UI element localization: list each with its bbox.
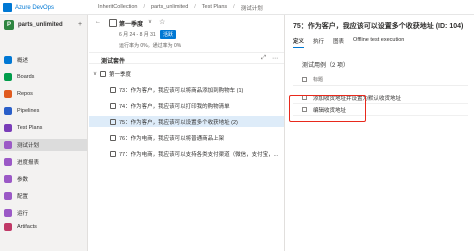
test-suite-icon [110,86,116,93]
sidebar-item-label: 概述 [17,58,29,64]
test-cases-title: 测试用例（2 项） [302,63,350,69]
sidebar-item-parameters[interactable]: 参数 [0,173,87,185]
suite-tree-item[interactable]: 76：作为电商，我应该可以将普通商品上架 [89,132,284,143]
tab-define[interactable]: 定义 [293,37,305,48]
test-suite-icon [110,150,116,157]
suite-label: 74：作为客户，我应该可以打印我的购物清单 [119,103,230,110]
sidebar-item-boards[interactable]: Boards [0,71,87,83]
sidebar-item-test-plans[interactable]: Test Plans [0,122,87,134]
column-header-title[interactable]: 标题 [313,76,323,83]
overview-icon [4,56,12,64]
top-bar: Azure DevOps InheritCollection / parts_u… [0,0,474,15]
test-suite-icon [110,118,116,125]
test-suite-icon [110,102,116,109]
suite-tree-item[interactable]: ∨ 第一季度 [89,68,284,79]
table-header: 标题 [293,74,468,86]
breadcrumb-collection[interactable]: InheritCollection [98,4,137,12]
sidebar-item-overview[interactable]: 概述 [0,54,87,66]
azure-devops-logo-icon [3,3,12,12]
add-icon[interactable]: + [78,21,82,28]
project-switcher[interactable]: P parts_unlimited [4,20,63,30]
sidebar-item-runs[interactable]: 运行 [0,207,87,219]
test-plans-icon [4,124,12,132]
project-avatar: P [4,20,14,30]
progress-report-icon [4,158,12,166]
highlight-box [289,95,366,122]
chevron-down-icon[interactable]: ∨ [93,71,99,77]
sidebar-item-label: Repos [17,91,33,97]
sidebar-item-label: 参数 [17,177,29,183]
configurations-icon [4,192,12,200]
plan-title[interactable]: 第一季度 [119,19,143,28]
brand[interactable]: Azure DevOps [3,3,54,12]
suite-tree-item[interactable]: 75：作为客户，我应该可以设置多个收获地址 (2) [89,116,284,127]
suite-label: 73：作为客户，我应该可以将商品添加到购物车 (1) [119,87,244,94]
breadcrumb-project[interactable]: parts_unlimited [151,4,188,12]
breadcrumb-separator: / [233,4,235,10]
detail-tabs: 定义 执行 图表 Offline test execution [293,37,404,48]
sidebar-item-test-plan-list[interactable]: 测试计划 [0,139,87,151]
tab-execute[interactable]: 执行 [313,37,324,48]
more-options-icon[interactable]: ⋯ [272,55,278,62]
sidebar-item-label: Boards [17,74,35,80]
project-name: parts_unlimited [18,22,63,28]
suite-detail-title: 75：作为客户，我应该可以设置多个收获地址 (ID: 104) [293,23,464,30]
sidebar: P parts_unlimited + 概述 Boards Repos Pipelin… [0,15,88,251]
suite-label: 75：作为客户，我应该可以设置多个收获地址 (2) [119,119,238,126]
test-plan-icon [109,19,117,27]
sidebar-item-progress-report[interactable]: 进度报表 [0,156,87,168]
sidebar-item-configurations[interactable]: 配置 [0,190,87,202]
parameters-icon [4,175,12,183]
back-arrow-icon[interactable]: ← [95,19,101,25]
sidebar-item-pipelines[interactable]: Pipelines [0,105,87,117]
breadcrumb-test-plans[interactable]: Test Plans [202,4,227,12]
suites-title: 测试套件 [101,59,126,65]
select-all-checkbox[interactable] [302,77,307,82]
breadcrumb-current[interactable]: 测试计划 [241,4,263,12]
expand-icon[interactable]: ⤢ [261,55,266,62]
suites-header: 测试套件 ⤢ ⋯ [89,52,284,65]
artifacts-icon [4,223,12,231]
test-suite-icon [110,134,116,141]
plan-dates: 6 月 24 - 8 月 31 [119,32,156,38]
sidebar-item-label: 测试计划 [17,143,40,149]
runs-icon [4,209,12,217]
breadcrumb-separator: / [143,4,145,10]
test-plan-list-icon [4,141,12,149]
plan-progress: 运行率为 0%。通过率为 0% [119,43,182,49]
suite-tree-item[interactable]: 77：作为电商，我应该可以支持各类支付渠道（微信，支付宝，... [89,148,284,159]
boards-icon [4,73,12,81]
suite-label: 76：作为电商，我应该可以将普通商品上架 [119,135,225,142]
breadcrumb: InheritCollection / parts_unlimited / Te… [98,4,263,12]
sidebar-item-repos[interactable]: Repos [0,88,87,100]
sidebar-item-artifacts[interactable]: Artifacts [0,221,87,233]
test-plan-panel: ← 第一季度 ∨ ☆ 6 月 24 - 8 月 31 活跃 运行率为 0%。通过… [89,15,285,251]
suite-label: 第一季度 [109,71,132,78]
tab-chart[interactable]: 图表 [333,37,344,48]
suite-tree-item[interactable]: 73：作为客户，我应该可以将商品添加到购物车 (1) [89,84,284,95]
brand-name: Azure DevOps [15,4,55,11]
test-suite-icon [100,70,106,77]
sidebar-item-label: Pipelines [17,108,40,114]
sidebar-item-label: 运行 [17,211,29,217]
suite-detail-panel: 75：作为客户，我应该可以设置多个收获地址 (ID: 104) 定义 执行 图表… [286,15,474,251]
tab-offline-execution[interactable]: Offline test execution [353,37,404,48]
suite-label: 77：作为电商，我应该可以支持各类支付渠道（微信，支付宝，... [119,151,279,158]
repos-icon [4,90,12,98]
chevron-down-icon[interactable]: ∨ [148,19,152,25]
star-icon[interactable]: ☆ [159,18,165,26]
sidebar-item-label: Artifacts [17,224,37,230]
sidebar-item-label: 配置 [17,194,29,200]
suites-toolbar: ⤢ ⋯ [261,55,278,62]
sidebar-item-label: Test Plans [17,125,43,131]
status-badge: 活跃 [160,30,177,39]
suite-tree-item[interactable]: 74：作为客户，我应该可以打印我的购物清单 [89,100,284,111]
pipelines-icon [4,107,12,115]
breadcrumb-separator: / [194,4,196,10]
sidebar-item-label: 进度报表 [17,160,40,166]
